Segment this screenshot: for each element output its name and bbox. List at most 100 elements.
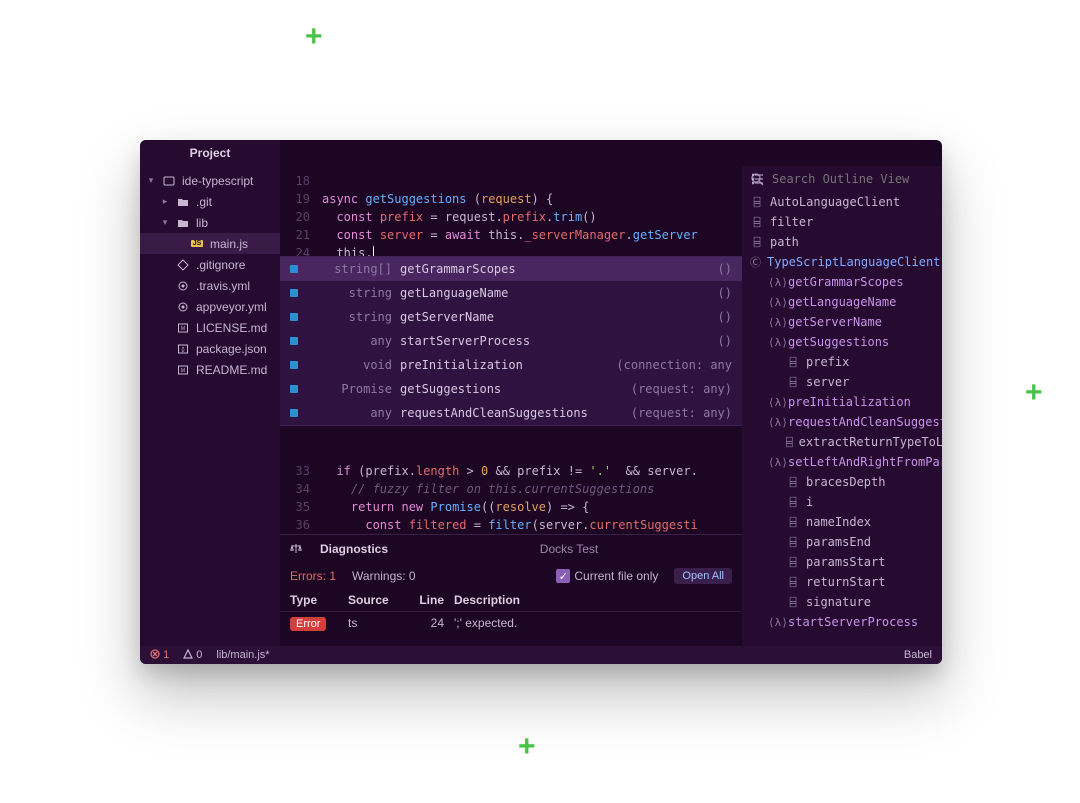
outline-item[interactable]: ⌸ nameIndex	[742, 512, 942, 532]
status-grammar[interactable]: Babel	[904, 649, 932, 661]
current-file-checkbox[interactable]: ✓Current file only	[556, 569, 658, 584]
folder-icon	[176, 195, 190, 209]
outline-item[interactable]: ⌸ extractReturnTypeToLef	[742, 432, 942, 452]
tree-item[interactable]: .gitignore	[140, 254, 280, 275]
tree-item[interactable]: {}package.json	[140, 338, 280, 359]
outline-item[interactable]: ⟨λ⟩requestAndCleanSuggestions	[742, 412, 942, 432]
outline-item-label: preInitialization	[788, 395, 911, 409]
tree-item[interactable]: MLICENSE.md	[140, 317, 280, 338]
diagnostics-panel: Diagnostics Docks Test Errors: 1 Warning…	[280, 534, 742, 646]
outline-item-label: AutoLanguageClient	[770, 195, 900, 209]
tree-item[interactable]: ▾lib	[140, 212, 280, 233]
outline-item[interactable]: ⟨λ⟩setLeftAndRightFromParsed	[742, 452, 942, 472]
outline-item[interactable]: ⟨λ⟩getGrammarScopes	[742, 272, 942, 292]
outline-item-label: prefix	[806, 355, 849, 369]
tree-item-label: LICENSE.md	[196, 321, 267, 335]
folder-icon	[176, 216, 190, 230]
tree-item[interactable]: .travis.yml	[140, 275, 280, 296]
tree-item-label: README.md	[196, 363, 267, 377]
method-icon: ⟨λ⟩	[768, 296, 782, 309]
class-icon: Ⓒ	[750, 254, 761, 270]
tree-item[interactable]: ▸.git	[140, 191, 280, 212]
variable-icon: ⌸	[786, 536, 800, 549]
outline-item[interactable]: ⌸bracesDepth	[742, 472, 942, 492]
warn-status-icon[interactable]: 0	[183, 649, 202, 661]
variable-icon: ⌸	[786, 356, 800, 369]
outline-item[interactable]: ⌸ returnStart	[742, 572, 942, 592]
outline-item[interactable]: ⌸paramsStart	[742, 552, 942, 572]
error-status-icon[interactable]: 1	[150, 649, 169, 661]
project-panel-title: Project	[190, 146, 231, 160]
docks-test-tab[interactable]: Docks Test	[540, 542, 598, 556]
errors-count[interactable]: Errors: 1	[290, 569, 336, 583]
tree-item[interactable]: M README.md	[140, 359, 280, 380]
outline-item[interactable]: ⌸paramsEnd	[742, 532, 942, 552]
status-bar: 1 0 lib/main.js* Babel	[140, 646, 942, 664]
autocomplete-item[interactable]: string[]getGrammarScopes()	[280, 257, 742, 281]
autocomplete-item[interactable]: PromisegetSuggestions(request: any)	[280, 377, 742, 401]
outline-item-label: startServerProcess	[788, 615, 918, 629]
variable-icon: ⌸	[786, 576, 800, 589]
tree-item-label: main.js	[210, 237, 248, 251]
outline-item-label: nameIndex	[806, 515, 871, 529]
outline-item[interactable]: ⌸ AutoLanguageClient	[742, 192, 942, 212]
variable-icon: ⌸	[786, 516, 800, 529]
method-icon: ⟨λ⟩	[768, 276, 782, 289]
outline-item[interactable]: ⟨λ⟩ getServerName	[742, 312, 942, 332]
scale-icon	[290, 543, 302, 555]
warnings-count[interactable]: Warnings: 0	[352, 569, 416, 583]
outline-search-input[interactable]	[772, 172, 934, 186]
outline-item[interactable]: ⟨λ⟩ startServerProcess	[742, 612, 942, 632]
outline-item[interactable]: ⌸path	[742, 232, 942, 252]
outline-item[interactable]: ⌸i	[742, 492, 942, 512]
tree-item-label: .gitignore	[196, 258, 245, 272]
diagnostic-row[interactable]: Errorts24';' expected.	[280, 612, 742, 634]
yml-file-icon	[176, 279, 190, 293]
status-path[interactable]: lib/main.js*	[216, 649, 269, 661]
autocomplete-kind-icon	[290, 385, 298, 393]
outline-item-label: extractReturnTypeToLef	[799, 435, 942, 449]
open-all-button[interactable]: Open All	[674, 568, 732, 584]
error-badge: Error	[290, 617, 326, 631]
json-file-icon: {}	[176, 342, 190, 356]
autocomplete-item[interactable]: stringgetServerName()	[280, 305, 742, 329]
autocomplete-item[interactable]: anyrequestAndCleanSuggestions(request: a…	[280, 401, 742, 425]
variable-icon: ⌸	[786, 436, 793, 449]
variable-icon: ⌸	[750, 236, 764, 249]
diagnostics-tab[interactable]: Diagnostics	[320, 542, 388, 556]
outline-item-label: i	[806, 495, 813, 509]
outline-item[interactable]: ⌸signature	[742, 592, 942, 612]
outline-item-label: bracesDepth	[806, 475, 885, 489]
outline-item[interactable]: ⌸filter	[742, 212, 942, 232]
outline-item-label: returnStart	[806, 575, 885, 589]
autocomplete-item[interactable]: stringgetLanguageName()	[280, 281, 742, 305]
autocomplete-item[interactable]: anystartServerProcess()	[280, 329, 742, 353]
plus-decoration: +	[305, 20, 323, 54]
md-file-icon: M	[176, 363, 190, 377]
tree-item[interactable]: JS main.js	[140, 233, 280, 254]
method-icon: ⟨λ⟩	[768, 316, 782, 329]
tree-item[interactable]: ▾ide-typescript	[140, 170, 280, 191]
outline-item[interactable]: ⟨λ⟩preInitialization	[742, 392, 942, 412]
method-icon: ⟨λ⟩	[768, 336, 782, 349]
tree-item[interactable]: appveyor.yml	[140, 296, 280, 317]
outline-item[interactable]: ⟨λ⟩getSuggestions	[742, 332, 942, 352]
plus-decoration: +	[1025, 376, 1043, 410]
outline-item[interactable]: ⒸTypeScriptLanguageClient	[742, 252, 942, 272]
autocomplete-kind-icon	[290, 361, 298, 369]
editor-window: Project JS main.js Outline View ▾ide-typ…	[140, 140, 942, 664]
method-icon: ⟨λ⟩	[768, 616, 782, 629]
outline-item[interactable]: ⌸server	[742, 372, 942, 392]
outline-item[interactable]: ⟨λ⟩getLanguageName	[742, 292, 942, 312]
tree-item-label: .travis.yml	[196, 279, 250, 293]
outline-view: ⌸ AutoLanguageClient ⌸filter⌸pathⒸTypeScri…	[742, 166, 942, 646]
autocomplete-item[interactable]: voidpreInitialization(connection: any	[280, 353, 742, 377]
variable-icon: ⌸	[786, 376, 800, 389]
outline-item-label: getServerName	[788, 315, 882, 329]
variable-icon: ⌸	[750, 196, 764, 209]
code-editor[interactable]: 1819async getSuggestions (request) {20 c…	[280, 166, 742, 646]
outline-item[interactable]: ⌸ prefix	[742, 352, 942, 372]
folder-repo-icon	[162, 174, 176, 188]
list-icon	[752, 173, 764, 185]
js-file-icon: JS	[190, 237, 204, 251]
